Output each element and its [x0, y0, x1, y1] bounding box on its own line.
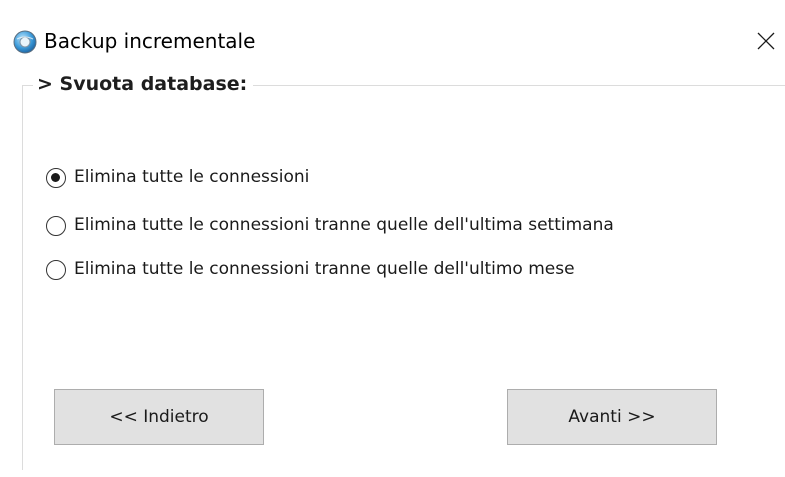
title-bar: Backup incrementale [0, 0, 785, 62]
globe-backup-icon [13, 30, 37, 54]
window-title: Backup incrementale [44, 29, 256, 53]
radio-button-selected[interactable] [46, 168, 66, 188]
radio-button[interactable] [46, 216, 66, 236]
radio-label: Elimina tutte le connessioni tranne quel… [74, 215, 614, 235]
next-button[interactable]: Avanti >> [507, 389, 717, 445]
radio-dot [51, 173, 60, 182]
back-button[interactable]: << Indietro [54, 389, 264, 445]
backup-dialog: Backup incrementale > Svuota database: E… [0, 0, 785, 477]
groupbox-title: > Svuota database: [33, 73, 254, 95]
radio-button[interactable] [46, 260, 66, 280]
radio-label: Elimina tutte le connessioni [74, 167, 310, 187]
radio-label: Elimina tutte le connessioni tranne quel… [74, 259, 575, 279]
close-icon [757, 32, 775, 50]
close-button[interactable] [748, 24, 785, 58]
